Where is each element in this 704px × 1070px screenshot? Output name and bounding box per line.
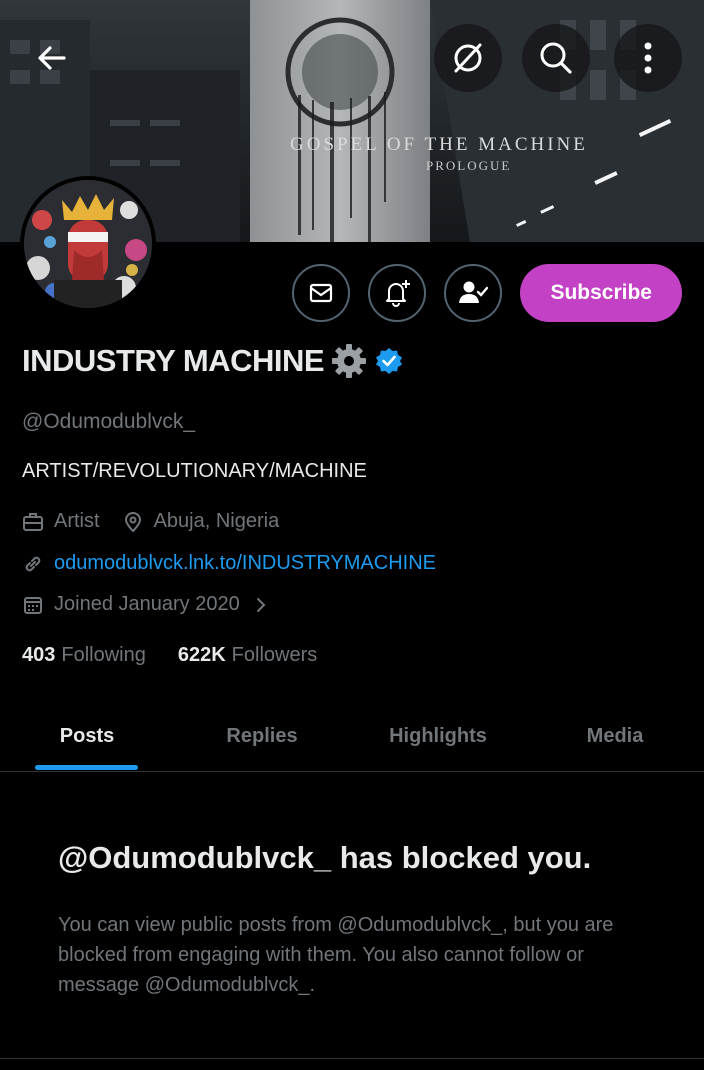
tab-replies[interactable]: Replies xyxy=(174,700,350,772)
chevron-right-icon xyxy=(254,595,268,615)
profile-handle: @Odumodublvck_ xyxy=(22,410,196,433)
profile-website-row: odumodublvck.lnk.to/INDUSTRYMACHINE xyxy=(22,552,436,575)
banner-subtitle: PROLOGUE xyxy=(426,158,512,173)
envelope-icon xyxy=(310,283,333,303)
gear-icon xyxy=(332,344,367,378)
profile-meta-row: Artist Abuja, Nigeria xyxy=(22,510,279,533)
banner-title: GOSPEL OF THE MACHINE xyxy=(290,134,588,155)
following-stat[interactable]: 403 Following xyxy=(22,644,146,667)
profile-tabs: Posts Replies Highlights Media xyxy=(0,700,704,772)
search-icon xyxy=(540,42,572,74)
profile-category: Artist xyxy=(54,510,100,532)
followers-stat[interactable]: 622K Followers xyxy=(178,644,317,667)
profile-website-link[interactable]: odumodublvck.lnk.to/INDUSTRYMACHINE xyxy=(54,552,436,575)
search-button[interactable] xyxy=(522,24,590,92)
briefcase-icon xyxy=(22,511,44,533)
more-button[interactable] xyxy=(614,24,682,92)
tab-posts[interactable]: Posts xyxy=(0,700,174,772)
notify-button[interactable] xyxy=(368,264,427,322)
arrow-left-icon xyxy=(38,46,66,70)
follow-stats: 403 Following 622K Followers xyxy=(22,644,317,667)
blocked-title: @Odumodublvck_ has blocked you. xyxy=(58,840,592,875)
followers-count: 622K xyxy=(177,644,226,666)
blocked-message: You can view public posts from @Odumodub… xyxy=(58,914,614,996)
following-button[interactable] xyxy=(444,264,503,322)
verified-badge-icon[interactable] xyxy=(374,346,404,376)
profile-actions: Subscribe xyxy=(292,264,682,322)
message-button[interactable] xyxy=(292,264,351,322)
calendar-icon xyxy=(22,594,44,616)
avatar-artwork xyxy=(24,180,152,308)
tab-media[interactable]: Media xyxy=(526,700,704,772)
active-tab-indicator xyxy=(35,765,138,770)
back-button[interactable] xyxy=(18,24,86,92)
profile-joined-date: Joined January 2020 xyxy=(54,593,240,615)
profile-name-row: INDUSTRY MACHINE xyxy=(22,342,404,380)
more-vertical-icon xyxy=(644,42,652,74)
grok-button[interactable] xyxy=(434,24,502,92)
slashed-circle-icon xyxy=(454,43,482,73)
link-icon xyxy=(22,553,44,575)
following-label: Following xyxy=(61,644,146,666)
profile-location: Abuja, Nigeria xyxy=(153,510,280,532)
profile-joined-row[interactable]: Joined January 2020 xyxy=(22,593,268,616)
tab-highlights[interactable]: Highlights xyxy=(350,700,526,772)
following-count: 403 xyxy=(22,644,56,666)
profile-bio: ARTIST/REVOLUTIONARY/MACHINE xyxy=(22,460,367,482)
subscribe-button[interactable]: Subscribe xyxy=(520,264,682,322)
avatar[interactable] xyxy=(20,176,156,312)
display-name: INDUSTRY MACHINE xyxy=(22,343,325,378)
location-pin-icon xyxy=(122,511,144,533)
followers-label: Followers xyxy=(231,644,318,666)
bell-plus-icon xyxy=(386,280,411,307)
divider xyxy=(0,1058,704,1059)
person-check-icon xyxy=(459,281,489,303)
